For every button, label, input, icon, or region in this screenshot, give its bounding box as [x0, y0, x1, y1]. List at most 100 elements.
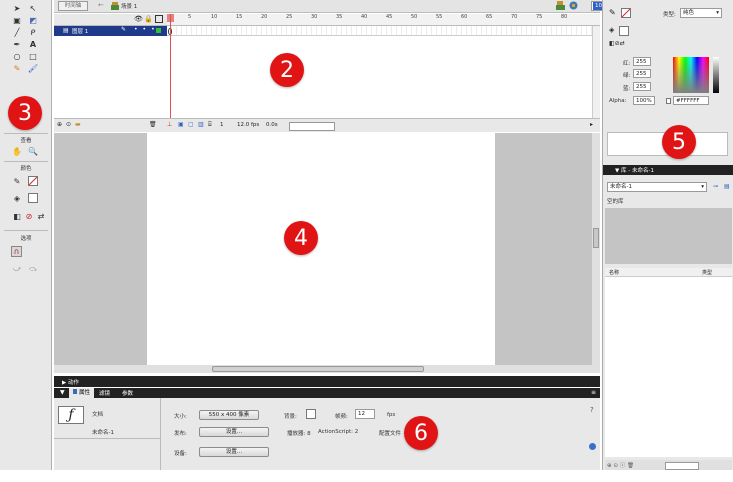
- col-name-header[interactable]: 名称: [609, 269, 619, 276]
- no-color-icon[interactable]: ⊘: [24, 211, 34, 221]
- green-input[interactable]: 255: [633, 69, 651, 78]
- arrow-tool-icon[interactable]: ➤: [12, 3, 22, 13]
- size-button[interactable]: 550 x 400 像素: [199, 410, 259, 420]
- add-folder-icon[interactable]: ▬: [75, 121, 81, 128]
- playhead-handle[interactable]: [167, 14, 174, 22]
- timeline-vscroll[interactable]: [592, 26, 600, 118]
- brightness-slider[interactable]: [713, 57, 719, 93]
- add-layer-icon[interactable]: ⊕: [57, 121, 62, 128]
- vscroll-thumb[interactable]: [593, 228, 599, 248]
- eye-icon[interactable]: 👁: [134, 15, 143, 23]
- free-transform-icon[interactable]: ▣: [12, 15, 22, 25]
- type-label: 类型:: [663, 12, 676, 18]
- stage-vscroll[interactable]: [592, 133, 600, 365]
- fps-input[interactable]: 12: [355, 409, 375, 419]
- library-doc-select[interactable]: 未命名-1 ▾: [607, 182, 707, 192]
- line-tool-icon[interactable]: ╱: [12, 27, 22, 37]
- library-titlebar[interactable]: ▼ 库 - 未命名-1: [603, 165, 733, 175]
- text-tool-icon[interactable]: A: [28, 39, 38, 49]
- onion-skin-icon[interactable]: ▣: [178, 121, 184, 128]
- type-select[interactable]: 纯色 ▾: [680, 8, 722, 18]
- stroke-swatch[interactable]: [28, 176, 38, 186]
- stroke-tool-icon[interactable]: ✎: [609, 8, 616, 17]
- timeline-toggle-button[interactable]: 时间轴: [58, 1, 88, 11]
- tab-properties[interactable]: 属性: [69, 388, 95, 398]
- layer-row[interactable]: ▤ 图层 1 ✎ •••: [54, 26, 167, 36]
- toolbox: ➤ ↖ ▣ ◩ ╱ ᑭ ✒ A ○ □ ✎ 🖌 查看 ✋ 🔍 颜色 ✎ ◈ ◧ …: [0, 0, 52, 470]
- fill-transform-icon[interactable]: ◩: [28, 15, 38, 25]
- hex-input[interactable]: #FFFFFF: [673, 96, 709, 105]
- pin-icon[interactable]: ⊸: [713, 183, 718, 190]
- lock-icon[interactable]: 🔒: [144, 15, 153, 23]
- time-readout: 0.0s: [266, 122, 278, 128]
- stroke-color-swatch[interactable]: [621, 8, 631, 18]
- subselect-tool-icon[interactable]: ↖: [28, 3, 38, 13]
- actions-panel-bar[interactable]: ▶ 动作: [54, 376, 600, 387]
- stage-hscroll[interactable]: [54, 365, 600, 373]
- fill-color-icon[interactable]: ◈: [12, 193, 22, 203]
- blue-input[interactable]: 255: [633, 82, 651, 91]
- library-doc-value: 未命名-1: [610, 184, 632, 190]
- stroke-color-icon[interactable]: ✎: [12, 176, 22, 186]
- color-buttons-icon[interactable]: ◧⊘⇄: [609, 40, 625, 47]
- edit-multiple-icon[interactable]: ▥: [198, 121, 204, 128]
- black-white-icon[interactable]: ◧: [12, 211, 22, 221]
- tab-properties-label: 属性: [79, 390, 91, 396]
- snap-magnet-icon[interactable]: ∩: [11, 246, 22, 257]
- playhead[interactable]: [170, 14, 171, 118]
- frame-row[interactable]: [167, 26, 600, 36]
- hand-tool-icon[interactable]: ✋: [12, 146, 22, 156]
- help-icon[interactable]: ?: [590, 406, 594, 414]
- background-swatch[interactable]: [306, 409, 316, 419]
- top-bar: 时间轴 ← 场景 1 100% ▾: [54, 0, 644, 13]
- alpha-input[interactable]: 100%: [633, 96, 655, 105]
- callout-6: 6: [404, 416, 438, 450]
- swap-colors-icon[interactable]: ⇄: [36, 211, 46, 221]
- fill-tool-icon[interactable]: ◈: [609, 26, 614, 34]
- library-list[interactable]: [605, 277, 732, 457]
- frame-ruler[interactable]: 5 10 15 20 25 30 35 40 45 50 55 60 65 70…: [167, 14, 600, 26]
- hex-swatch: [666, 98, 671, 104]
- pen-tool-icon[interactable]: ✒: [12, 39, 22, 49]
- pencil-tool-icon[interactable]: ✎: [12, 63, 22, 73]
- color-spectrum[interactable]: [673, 57, 709, 93]
- col-type-header[interactable]: 类型: [702, 269, 712, 276]
- straighten-icon[interactable]: ⤼: [28, 264, 38, 274]
- publish-settings-button[interactable]: 设置...: [199, 427, 269, 437]
- red-input[interactable]: 255: [633, 57, 651, 66]
- fill-color-swatch[interactable]: [619, 26, 629, 36]
- ruler-number: 50: [411, 14, 418, 20]
- hscroll-thumb[interactable]: [212, 366, 424, 372]
- add-guide-icon[interactable]: ⊙: [66, 121, 71, 128]
- new-library-icon[interactable]: ▤: [724, 183, 730, 190]
- onion-outline-icon[interactable]: ▢: [188, 121, 194, 128]
- toolbox-divider: [4, 133, 48, 134]
- tab-filters[interactable]: 滤镜: [99, 389, 110, 397]
- oval-tool-icon[interactable]: ○: [12, 51, 22, 61]
- tab-parameters[interactable]: 参数: [122, 389, 133, 397]
- scroll-right-arrow-icon[interactable]: ▸: [590, 121, 593, 128]
- trash-icon[interactable]: 🗑: [149, 121, 157, 128]
- device-settings-button[interactable]: 设置...: [199, 447, 269, 457]
- zoom-tool-icon[interactable]: 🔍: [28, 146, 38, 156]
- back-arrow-icon[interactable]: ←: [98, 1, 104, 9]
- right-dock: ✎ 类型: 纯色 ▾ ◈ ◧⊘⇄ 红: 255 绿: 255 蓝: 255 Al…: [602, 0, 733, 470]
- timeline-hscroll[interactable]: [289, 122, 335, 131]
- fill-swatch[interactable]: [28, 193, 38, 203]
- expand-circle-icon[interactable]: [589, 443, 596, 450]
- brush-tool-icon[interactable]: 🖌: [28, 63, 38, 73]
- outline-icon[interactable]: [155, 15, 163, 23]
- ruler-number: 60: [461, 14, 468, 20]
- center-frame-icon[interactable]: ⊥: [167, 121, 172, 128]
- collapse-arrow-icon[interactable]: ▼: [60, 389, 65, 396]
- edit-scene-icon[interactable]: [556, 1, 565, 10]
- onion-markers-icon[interactable]: ⌸: [208, 121, 212, 129]
- library-hscroll[interactable]: [665, 462, 699, 470]
- edit-symbol-icon[interactable]: [569, 1, 578, 10]
- stage-canvas[interactable]: [147, 133, 495, 365]
- smooth-icon[interactable]: ⤻: [12, 264, 22, 274]
- library-footer-icons[interactable]: ⊕ ⊙ ⓘ 🗑: [607, 461, 634, 469]
- panel-menu-icon[interactable]: ≡: [591, 389, 596, 396]
- lasso-tool-icon[interactable]: ᑭ: [28, 27, 38, 37]
- rectangle-tool-icon[interactable]: □: [28, 51, 38, 61]
